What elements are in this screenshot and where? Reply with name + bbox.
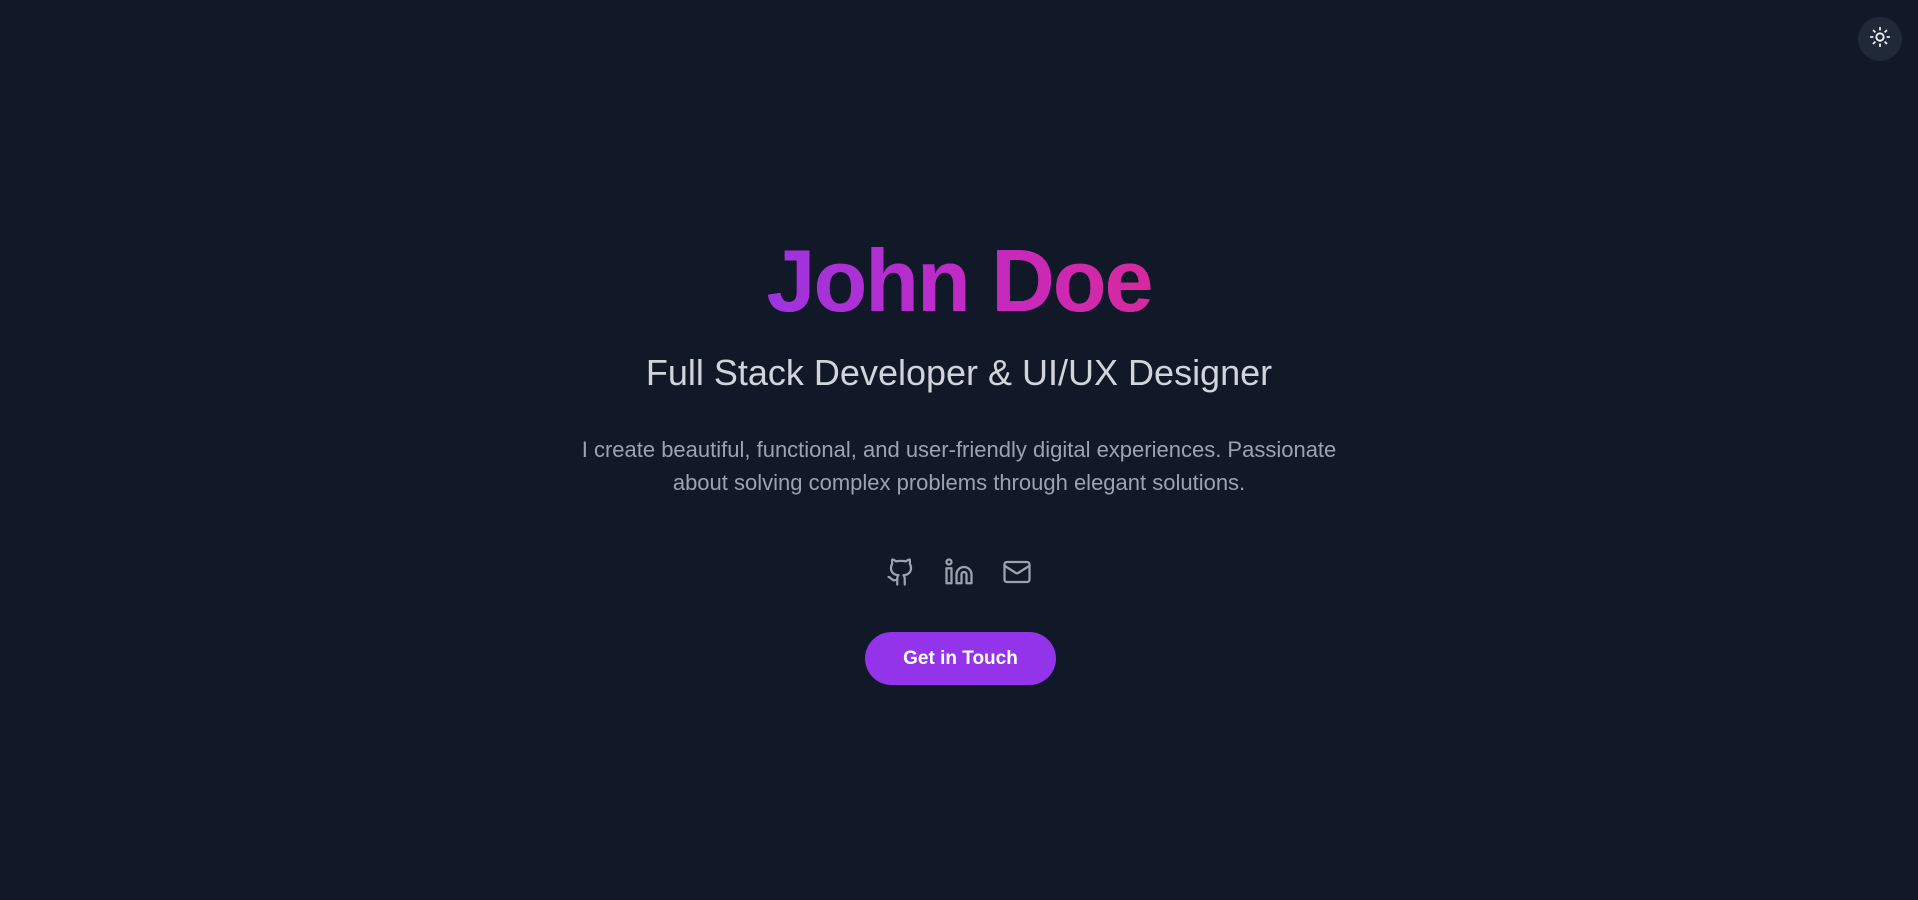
hero-role: Full Stack Developer & UI/UX Designer [645, 352, 1273, 393]
theme-toggle-button[interactable] [1858, 17, 1902, 61]
linkedin-link[interactable] [943, 556, 975, 592]
github-icon [886, 557, 916, 592]
github-link[interactable] [885, 556, 917, 592]
email-link[interactable] [1001, 556, 1033, 592]
portfolio-page: John Doe Full Stack Developer & UI/UX De… [0, 0, 1918, 900]
linkedin-icon [944, 557, 974, 592]
hero-name-text: John Doe [767, 226, 1154, 336]
hero-bio: I create beautiful, functional, and user… [581, 437, 1337, 495]
sun-icon [1869, 26, 1891, 53]
get-in-touch-button[interactable]: Get in Touch [865, 632, 1056, 685]
mail-icon [1002, 557, 1032, 592]
social-links [0, 556, 1918, 592]
hero-name: John Doe [0, 226, 1918, 336]
